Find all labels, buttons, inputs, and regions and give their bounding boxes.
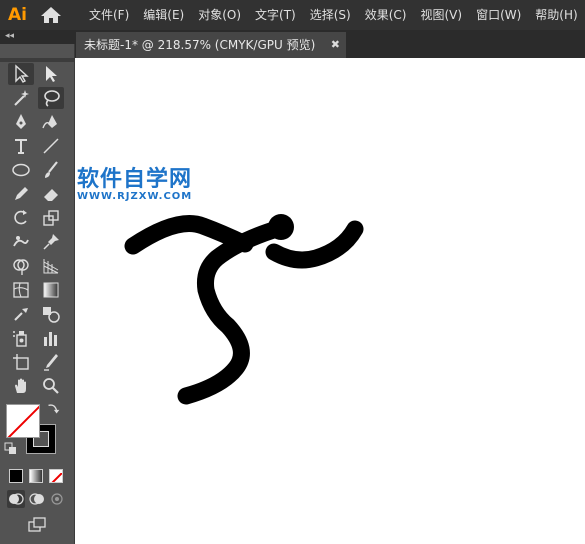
zoom-tool-icon[interactable]: [38, 375, 64, 397]
direct-selection-tool-icon[interactable]: [38, 63, 64, 85]
menu-effect[interactable]: 效果(C): [358, 0, 414, 30]
swap-fill-stroke-icon[interactable]: [44, 400, 62, 418]
screen-mode-icon[interactable]: [24, 514, 50, 536]
menu-type[interactable]: 文字(T): [248, 0, 303, 30]
puppet-warp-tool-icon[interactable]: [8, 231, 34, 253]
magic-wand-tool-icon[interactable]: [8, 87, 34, 109]
none-button[interactable]: [49, 469, 63, 483]
pen-tool-icon[interactable]: [8, 111, 34, 133]
menu-file[interactable]: 文件(F): [82, 0, 136, 30]
blend-tool-icon[interactable]: [38, 303, 64, 325]
collapse-panel-icon[interactable]: ◂◂: [5, 31, 14, 41]
draw-behind-icon[interactable]: [28, 490, 46, 508]
fill-swatch[interactable]: [6, 404, 40, 438]
menu-bar: Ai 文件(F) 编辑(E) 对象(O) 文字(T) 选择(S) 效果(C) 视…: [0, 0, 585, 30]
menu-help[interactable]: 帮助(H): [528, 0, 584, 30]
type-tool-icon[interactable]: [8, 135, 34, 157]
eraser-tool-icon[interactable]: [38, 183, 64, 205]
tools-panel-grip[interactable]: [0, 58, 74, 62]
rotate-tool-icon[interactable]: [8, 207, 34, 229]
app-logo: Ai: [8, 5, 27, 25]
ellipse-tool-icon[interactable]: [8, 159, 34, 181]
tools-panel: [0, 44, 75, 544]
gradient-tool-icon[interactable]: [38, 279, 64, 301]
pencil-tool-icon[interactable]: [8, 183, 34, 205]
mesh-tool-icon[interactable]: [8, 279, 34, 301]
menu-object[interactable]: 对象(O): [191, 0, 248, 30]
close-tab-icon[interactable]: ✖: [331, 32, 340, 58]
home-icon[interactable]: [40, 6, 62, 24]
menu-edit[interactable]: 编辑(E): [136, 0, 191, 30]
document-tab-title: 未标题-1* @ 218.57% (CMYK/GPU 预览): [84, 38, 316, 52]
watermark-title: 软件自学网: [77, 167, 193, 192]
eyedropper-tool-icon[interactable]: [8, 303, 34, 325]
artboard-canvas[interactable]: [75, 58, 585, 544]
gradient-button[interactable]: [29, 469, 43, 483]
column-graph-tool-icon[interactable]: [38, 327, 64, 349]
menu-view[interactable]: 视图(V): [413, 0, 469, 30]
draw-inside-icon[interactable]: [48, 490, 66, 508]
slice-tool-icon[interactable]: [38, 351, 64, 373]
color-button[interactable]: [9, 469, 23, 483]
lasso-tool-icon[interactable]: [38, 87, 64, 109]
menu-items: 文件(F) 编辑(E) 对象(O) 文字(T) 选择(S) 效果(C) 视图(V…: [82, 0, 585, 30]
artboard-tool-icon[interactable]: [8, 351, 34, 373]
shape-builder-tool-icon[interactable]: [8, 255, 34, 277]
curvature-tool-icon[interactable]: [38, 111, 64, 133]
line-tool-icon[interactable]: [38, 135, 64, 157]
draw-normal-icon[interactable]: [7, 490, 25, 508]
hand-tool-icon[interactable]: [8, 375, 34, 397]
menu-select[interactable]: 选择(S): [303, 0, 358, 30]
selection-tool-icon[interactable]: [8, 63, 34, 85]
default-fill-stroke-icon[interactable]: [4, 442, 18, 456]
paintbrush-tool-icon[interactable]: [38, 159, 64, 181]
document-tab[interactable]: 未标题-1* @ 218.57% (CMYK/GPU 预览) ✖: [76, 32, 346, 58]
watermark-url: WWW.RJZXW.COM: [77, 191, 193, 202]
menu-window[interactable]: 窗口(W): [469, 0, 528, 30]
scale-tool-icon[interactable]: [38, 207, 64, 229]
symbol-sprayer-tool-icon[interactable]: [8, 327, 34, 349]
perspective-grid-tool-icon[interactable]: [38, 255, 64, 277]
pin-tool-icon[interactable]: [38, 231, 64, 253]
